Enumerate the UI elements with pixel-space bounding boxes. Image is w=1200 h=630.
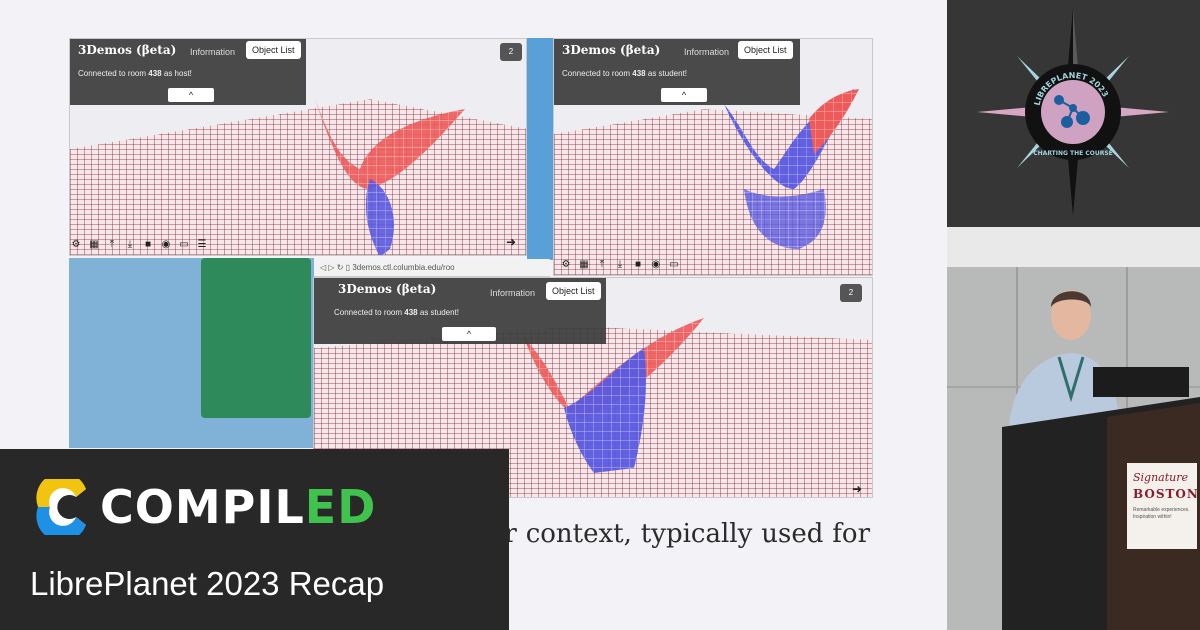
video-icon[interactable]: ■ (632, 259, 644, 270)
collapse-button[interactable]: ^ (661, 88, 707, 102)
camera-icon[interactable]: ◉ (650, 259, 662, 270)
connection-status: Connected to room 438 as student! (562, 69, 687, 78)
status-suffix: as student! (647, 69, 688, 78)
menu-icon[interactable]: ☰ (196, 239, 208, 250)
logo-accent-text: ED (304, 480, 377, 534)
exit-icon[interactable]: ➜ (852, 482, 862, 496)
browser-url-bar[interactable]: ◁ ▷ ↻ ▯ 3demos.ctl.columbia.edu/roo (314, 259, 550, 277)
app-title: 3Demos (βeta) (338, 282, 437, 296)
camera-icon[interactable]: ◉ (160, 239, 172, 250)
speaker-camera-feed: Signature BOSTON Remarkable experiences.… (947, 227, 1200, 630)
status-prefix: Connected to room (78, 69, 147, 78)
exit-icon[interactable]: ➜ (506, 235, 516, 249)
recap-title: LibrePlanet 2023 Recap (30, 565, 385, 602)
compiled-branding-panel: COMPILED LibrePlanet 2023 Recap (0, 449, 509, 630)
connection-status: Connected to room 438 as student! (334, 308, 459, 317)
settings-icon[interactable]: ⚙ (70, 239, 82, 250)
app-header-panel: 3Demos (βeta) Information Object List Co… (70, 39, 306, 105)
laptop-screen (1093, 367, 1189, 397)
podium-sign-script: Signature (1133, 471, 1189, 484)
compiled-logo: COMPILED (30, 479, 376, 535)
object-list-button[interactable]: Object List (246, 41, 301, 59)
upload-icon[interactable]: ⤒ (596, 259, 608, 270)
url-text: 3demos.ctl.columbia.edu/roo (352, 263, 455, 272)
users-count-badge[interactable]: 2 (840, 284, 862, 302)
grid-icon[interactable]: ▦ (578, 259, 590, 270)
settings-icon[interactable]: ⚙ (560, 259, 572, 270)
bottom-toolbar: ⚙ ▦ ⤒ ⤓ ■ ◉ ▭ ☰ (70, 239, 208, 250)
object-list-button[interactable]: Object List (546, 282, 601, 300)
nav-arrows-icon[interactable]: ◁ ▷ ↻ ▯ (320, 263, 352, 272)
status-prefix: Connected to room (562, 69, 631, 78)
collapse-button[interactable]: ^ (442, 327, 496, 341)
collapse-button[interactable]: ^ (168, 88, 214, 102)
status-prefix: Connected to room (334, 308, 403, 317)
emblem-bottom-text: CHARTING THE COURSE (1033, 150, 1113, 157)
room-number: 438 (148, 69, 162, 78)
room-number: 438 (632, 69, 646, 78)
status-suffix: as student! (419, 308, 460, 317)
libreplanet-compass-emblem-icon: LIBREPLANET 2023 (977, 8, 1169, 216)
screen-icon[interactable]: ▭ (178, 239, 190, 250)
speaker-video-frame (947, 227, 1200, 630)
app-header-panel: 3Demos (βeta) Information Object List Co… (314, 278, 606, 344)
object-list-button[interactable]: Object List (738, 41, 793, 59)
information-link[interactable]: Information (684, 47, 729, 57)
grid-icon[interactable]: ▦ (88, 239, 100, 250)
information-link[interactable]: Information (190, 47, 235, 57)
information-link[interactable]: Information (490, 288, 535, 298)
upload-icon[interactable]: ⤒ (106, 239, 118, 250)
download-icon[interactable]: ⤓ (124, 239, 136, 250)
demo-window-host: 3Demos (βeta) Information Object List Co… (69, 38, 527, 256)
compiled-c-mark-icon (36, 479, 86, 535)
logo-main-text: COMPIL (100, 480, 305, 534)
bottom-toolbar: ⚙ ▦ ⤒ ⤓ ■ ◉ ▭ (560, 259, 680, 270)
app-title: 3Demos (βeta) (78, 43, 177, 57)
podium-sign-title: BOSTON (1133, 487, 1199, 501)
room-number: 438 (404, 308, 418, 317)
screen-icon[interactable]: ▭ (668, 259, 680, 270)
event-emblem-panel: LIBREPLANET 2023 CHARTING THE COURSE (947, 0, 1200, 227)
video-icon[interactable]: ■ (142, 239, 154, 250)
status-suffix: as host! (163, 69, 192, 78)
users-count-badge[interactable]: 2 (500, 43, 522, 61)
app-header-panel: 3Demos (βeta) Information Object List Co… (554, 39, 800, 105)
download-icon[interactable]: ⤓ (614, 259, 626, 270)
podium-sign-tagline: Remarkable experiences. Inspiration with… (1133, 507, 1190, 520)
compiled-wordmark: COMPILED (100, 479, 376, 535)
connection-status: Connected to room 438 as host! (78, 69, 192, 78)
background-window-strip (527, 38, 553, 260)
background-green-block (69, 258, 314, 448)
app-title: 3Demos (βeta) (562, 43, 661, 57)
demo-window-student-1: 3Demos (βeta) Information Object List Co… (553, 38, 873, 276)
